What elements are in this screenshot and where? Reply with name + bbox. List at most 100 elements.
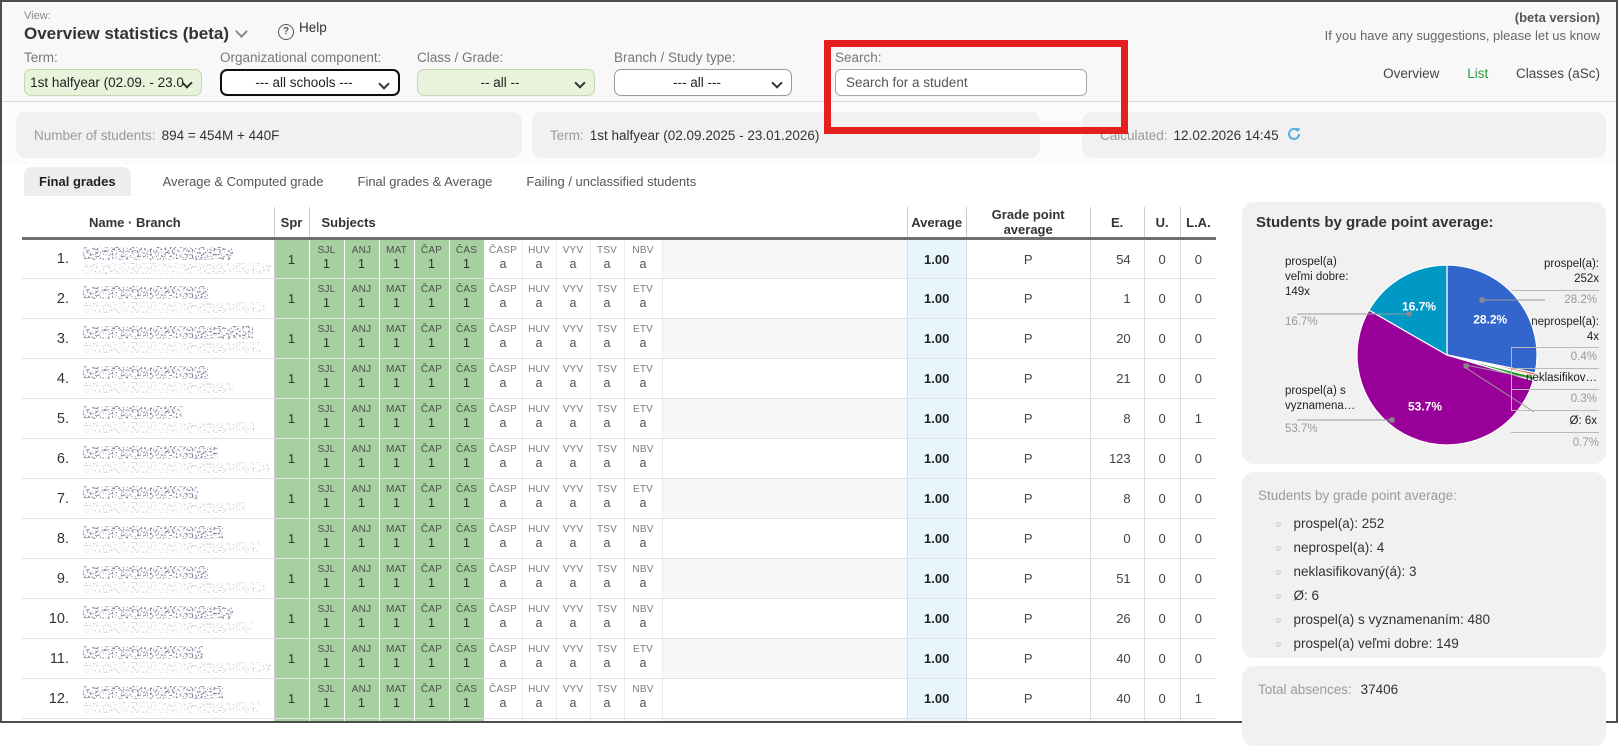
tab-average-computed-grade[interactable]: Average & Computed grade bbox=[161, 167, 326, 196]
subject-cell: ČAP1 bbox=[414, 679, 449, 719]
row-filler bbox=[662, 239, 907, 279]
student-name-redacted[interactable] bbox=[79, 559, 274, 599]
top-bar: View: Overview statistics (beta) ?Help (… bbox=[2, 2, 1616, 102]
subject-cell: ČAP1 bbox=[414, 439, 449, 479]
unexcused-absences-cell: 0 bbox=[1144, 559, 1180, 599]
branch-filter-group: Branch / Study type: --- all --- bbox=[614, 50, 792, 96]
excused-absences-cell: 51 bbox=[1090, 559, 1144, 599]
col-name-branch[interactable]: Name · Branch bbox=[79, 207, 274, 239]
subject-cell: VYVa bbox=[556, 279, 590, 319]
subject-cell: SJL1 bbox=[309, 679, 344, 719]
tab-final-grades-average[interactable]: Final grades & Average bbox=[356, 167, 495, 196]
subject-cell: ETVa bbox=[624, 319, 662, 359]
subject-cell: MAT bbox=[379, 719, 414, 722]
subject-cell: ETVa bbox=[624, 279, 662, 319]
average-cell: 1.00 bbox=[907, 519, 966, 559]
term-select[interactable]: 1st halfyear (02.09. - 23.0 bbox=[24, 69, 202, 96]
col-la[interactable]: L.A. bbox=[1180, 207, 1216, 239]
subject-cell: MAT1 bbox=[379, 399, 414, 439]
student-name-redacted[interactable] bbox=[79, 359, 274, 399]
student-name-redacted[interactable] bbox=[79, 519, 274, 559]
excused-absences-cell: 54 bbox=[1090, 239, 1144, 279]
org-select[interactable]: --- all schools --- bbox=[220, 69, 400, 96]
callout-right-column: prospel(a):252x28.2%neprospel(a):4x0.4%n… bbox=[1511, 257, 1599, 451]
students-table: Name · Branch Spr Subjects Average Grade… bbox=[22, 207, 1216, 721]
col-u[interactable]: U. bbox=[1144, 207, 1180, 239]
subject-cell: SJL bbox=[309, 719, 344, 722]
subject-cell: MAT1 bbox=[379, 559, 414, 599]
col-average[interactable]: Average bbox=[907, 207, 966, 239]
student-index: 11. bbox=[22, 639, 79, 679]
subject-cell: ČASPa bbox=[484, 359, 522, 399]
help-button[interactable]: ?Help bbox=[278, 20, 327, 40]
subject-cell: MAT1 bbox=[379, 639, 414, 679]
table-row: 11.1SJL1ANJ1MAT1ČAP1ČAS1ČASPaHUVaVYVaTSV… bbox=[22, 639, 1216, 679]
unexcused-absences-cell: 0 bbox=[1144, 399, 1180, 439]
branch-label: Branch / Study type: bbox=[614, 50, 792, 65]
tab-final-grades[interactable]: Final grades bbox=[24, 167, 131, 196]
student-name-redacted[interactable] bbox=[79, 399, 274, 439]
student-name-redacted[interactable] bbox=[79, 319, 274, 359]
branch-select-value: --- all --- bbox=[673, 75, 721, 90]
subject-cell: ČAP1 bbox=[414, 399, 449, 439]
student-name-redacted[interactable] bbox=[79, 599, 274, 639]
nav-overview[interactable]: Overview bbox=[1383, 66, 1439, 81]
page-title[interactable]: Overview statistics (beta) bbox=[24, 24, 246, 44]
subject-cell: MAT1 bbox=[379, 479, 414, 519]
average-cell: 1.00 bbox=[907, 239, 966, 279]
late-arrivals-cell bbox=[1180, 719, 1216, 722]
spr-cell: 1 bbox=[274, 719, 309, 722]
table-row: 7.1SJL1ANJ1MAT1ČAP1ČAS1ČASPaHUVaVYVaTSVa… bbox=[22, 479, 1216, 519]
calculated-value: 12.02.2026 14:45 bbox=[1174, 128, 1279, 143]
table-row: 6.1SJL1ANJ1MAT1ČAP1ČAS1ČASPaHUVaVYVaTSVa… bbox=[22, 439, 1216, 479]
subject-cell: ČASPa bbox=[484, 679, 522, 719]
subject-cell: SJL1 bbox=[309, 519, 344, 559]
subject-cell: TSVa bbox=[590, 479, 624, 519]
student-index: 10. bbox=[22, 599, 79, 639]
student-name-redacted[interactable] bbox=[79, 719, 274, 722]
subject-cell: ČAS1 bbox=[449, 519, 484, 559]
subject-cell: MAT1 bbox=[379, 319, 414, 359]
summary-item: prospel(a) veľmi dobre: 149 bbox=[1276, 632, 1490, 656]
excused-absences-cell: 21 bbox=[1090, 359, 1144, 399]
subject-cell: ETVa bbox=[624, 639, 662, 679]
col-spr[interactable]: Spr bbox=[274, 207, 309, 239]
subject-cell: TSVa bbox=[590, 439, 624, 479]
subject-cell: ČASPa bbox=[484, 479, 522, 519]
subject-cell: SJL1 bbox=[309, 639, 344, 679]
gpa-cell: P bbox=[966, 359, 1090, 399]
tab-failing-unclassified-students[interactable]: Failing / unclassified students bbox=[524, 167, 698, 196]
subject-cell: ČAS1 bbox=[449, 399, 484, 439]
summary-item: neprospel(a): 4 bbox=[1276, 536, 1490, 560]
class-select[interactable]: -- all -- bbox=[417, 69, 595, 96]
unexcused-absences-cell: 0 bbox=[1144, 239, 1180, 279]
nav-list[interactable]: List bbox=[1467, 66, 1488, 81]
students-table-panel: Name · Branch Spr Subjects Average Grade… bbox=[22, 207, 1218, 721]
table-row: 5.1SJL1ANJ1MAT1ČAP1ČAS1ČASPaHUVaVYVaTSVa… bbox=[22, 399, 1216, 439]
student-name-redacted[interactable] bbox=[79, 239, 274, 279]
student-name-redacted[interactable] bbox=[79, 279, 274, 319]
subject-cell: ANJ1 bbox=[344, 399, 379, 439]
subject-cell: NBVa bbox=[624, 679, 662, 719]
subject-cell: ČAP1 bbox=[414, 599, 449, 639]
absences-value: 37406 bbox=[1361, 682, 1399, 697]
nav-classes[interactable]: Classes (aSc) bbox=[1516, 66, 1600, 81]
student-name-redacted[interactable] bbox=[79, 639, 274, 679]
branch-select[interactable]: --- all --- bbox=[614, 69, 792, 96]
subject-cell: VYVa bbox=[556, 559, 590, 599]
col-e[interactable]: E. bbox=[1090, 207, 1144, 239]
student-name-redacted[interactable] bbox=[79, 439, 274, 479]
unexcused-absences-cell: 0 bbox=[1144, 679, 1180, 719]
search-label: Search: bbox=[835, 50, 882, 65]
unexcused-absences-cell: 0 bbox=[1144, 639, 1180, 679]
subject-cell: HUVa bbox=[522, 319, 556, 359]
subject-cell: ČASP bbox=[484, 719, 522, 722]
unexcused-absences-cell: 0 bbox=[1144, 479, 1180, 519]
student-name-redacted[interactable] bbox=[79, 479, 274, 519]
col-gpa[interactable]: Grade point average bbox=[966, 207, 1090, 239]
excused-absences-cell: 26 bbox=[1090, 599, 1144, 639]
search-input[interactable] bbox=[835, 69, 1087, 96]
student-name-redacted[interactable] bbox=[79, 679, 274, 719]
refresh-icon[interactable] bbox=[1287, 127, 1301, 144]
subject-cell: ČAS1 bbox=[449, 319, 484, 359]
